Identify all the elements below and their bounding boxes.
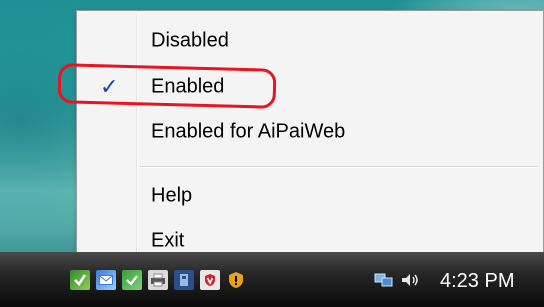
menu-item-enabled-for-aipaiweb[interactable]: Enabled for AiPaiWeb xyxy=(80,112,540,152)
security-icon[interactable] xyxy=(122,270,142,290)
network-icon[interactable] xyxy=(374,270,394,290)
volume-icon[interactable] xyxy=(400,270,420,290)
menu-item-help[interactable]: Help xyxy=(80,176,540,216)
highlight-annotation xyxy=(57,63,277,109)
system-tray xyxy=(70,268,252,292)
app-shield-icon[interactable] xyxy=(70,270,90,290)
menu-item-label: Exit xyxy=(151,229,185,252)
system-tray-right xyxy=(374,268,426,292)
printer-icon[interactable] xyxy=(148,270,168,290)
context-menu: Disabled ✓ Enabled Enabled for AiPaiWeb … xyxy=(76,10,544,266)
menu-item-label: Disabled xyxy=(151,29,229,52)
taskbar-clock[interactable]: 4:23 PM xyxy=(440,268,514,294)
menu-item-disabled[interactable]: Disabled xyxy=(80,21,540,61)
menu-separator xyxy=(140,166,537,168)
device-icon[interactable] xyxy=(174,270,194,290)
mail-icon[interactable] xyxy=(96,270,116,290)
warning-shield-icon[interactable] xyxy=(226,270,246,290)
antivirus-icon[interactable] xyxy=(200,270,220,290)
menu-item-label: Help xyxy=(151,184,193,207)
menu-item-label: Enabled for AiPaiWeb xyxy=(151,120,346,143)
